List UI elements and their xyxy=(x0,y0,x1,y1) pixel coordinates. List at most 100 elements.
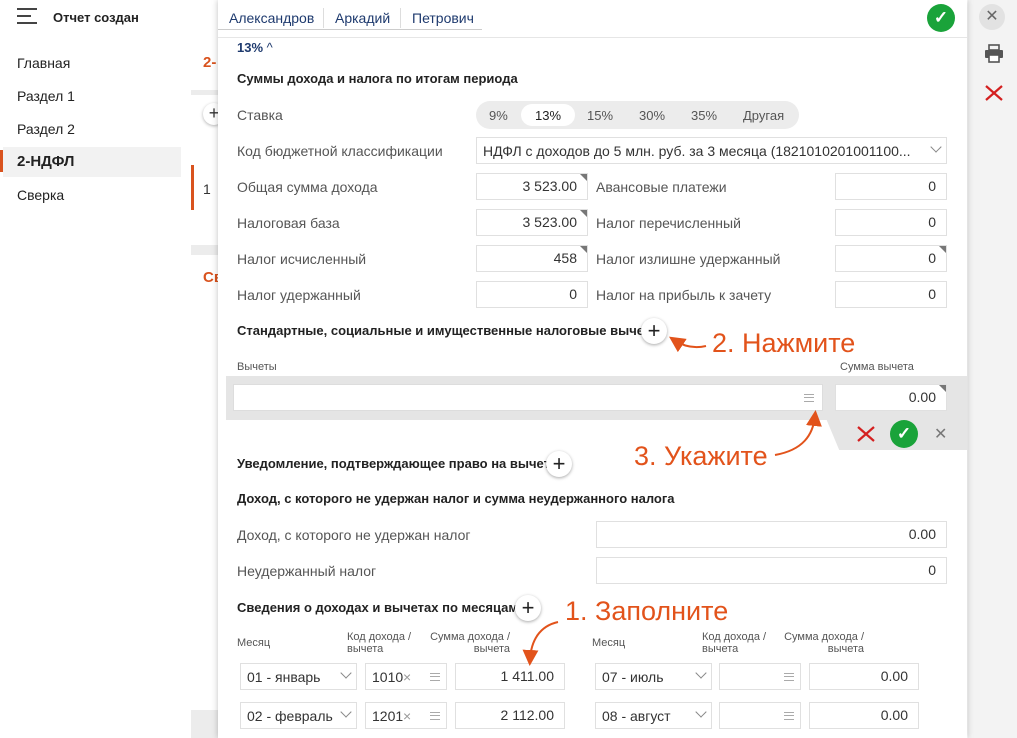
list-icon[interactable] xyxy=(804,394,814,402)
totals-title: Суммы дохода и налога по итогам периода xyxy=(237,71,518,86)
month-value: 01 - январь xyxy=(247,669,321,685)
month-select-row2-right[interactable]: 08 - август xyxy=(595,702,712,729)
bg-row-number: 1 xyxy=(203,181,211,197)
chevron-down-icon xyxy=(930,141,942,153)
profit-label: Налог на прибыль к зачету xyxy=(596,287,772,303)
calc-tax-value: 458 xyxy=(553,250,577,266)
sidebar-item-2ndfl[interactable]: 2-НДФЛ xyxy=(17,153,74,170)
menu-title: Отчет создан xyxy=(53,10,139,25)
corner-marker xyxy=(580,174,587,181)
chevron-down-icon xyxy=(340,667,352,679)
code-value: 1010 xyxy=(372,669,404,685)
month-value: 02 - февраль xyxy=(247,708,333,724)
withheld-input[interactable]: 0 xyxy=(476,281,588,308)
rate-collapse-label: 13% xyxy=(237,40,264,55)
rate-selector: 9% 13% 15% 30% 35% Другая xyxy=(476,101,799,129)
code-input-row2-right[interactable] xyxy=(719,702,801,729)
clear-icon[interactable]: × xyxy=(403,669,411,685)
sum-value: 0.00 xyxy=(880,668,908,684)
profit-input[interactable]: 0 xyxy=(835,281,947,308)
close-icon[interactable]: ✕ xyxy=(979,4,1005,30)
sum-input-row2[interactable]: 2 112.00 xyxy=(455,702,565,729)
code-input-row2[interactable]: 1201 × xyxy=(365,702,447,729)
list-icon[interactable] xyxy=(430,673,440,681)
unwithheld-income-label: Доход, с которого не удержан налог xyxy=(237,527,471,543)
base-input[interactable]: 3 523.00 xyxy=(476,209,588,236)
income-input[interactable]: 3 523.00 xyxy=(476,173,588,200)
close-row-icon[interactable]: ✕ xyxy=(934,424,947,444)
clear-icon[interactable]: × xyxy=(403,708,411,724)
kbk-select[interactable]: НДФЛ с доходов до 5 млн. руб. за 3 месяц… xyxy=(476,137,947,164)
base-value: 3 523.00 xyxy=(522,214,578,230)
col-month-left: Месяц xyxy=(237,637,271,649)
rate-option-35[interactable]: 35% xyxy=(691,108,717,123)
add-month-button[interactable]: + xyxy=(515,595,541,621)
sidebar-item-sverka[interactable]: Сверка xyxy=(17,187,64,203)
deductions-title: Стандартные, социальные и имущественные … xyxy=(237,323,662,338)
sum-value: 1 411.00 xyxy=(500,668,554,684)
bg-row-bar xyxy=(191,165,194,210)
rate-option-13-selected[interactable]: 13% xyxy=(521,104,575,126)
list-icon[interactable] xyxy=(784,673,794,681)
code-value: 1201 xyxy=(372,708,404,724)
divider xyxy=(400,8,401,28)
monthly-title: Сведения о доходах и вычетах по месяцам xyxy=(237,600,519,615)
advance-value: 0 xyxy=(928,178,936,194)
kbk-value: НДФЛ с доходов до 5 млн. руб. за 3 месяц… xyxy=(483,143,911,159)
excess-input[interactable]: 0 xyxy=(835,245,947,272)
bg-card-bottom: Св xyxy=(191,255,223,710)
delete-icon[interactable] xyxy=(984,84,1004,102)
add-notice-button[interactable]: + xyxy=(546,451,572,477)
withheld-label: Налог удержанный xyxy=(237,287,361,303)
deduction-sum-value: 0.00 xyxy=(908,389,936,405)
deduction-sum-input[interactable]: 0.00 xyxy=(835,384,947,411)
deduction-code-input[interactable] xyxy=(233,384,823,411)
sidebar-active-bar xyxy=(0,150,3,172)
firstname-field[interactable]: Аркадий xyxy=(335,10,390,26)
confirm-check-icon[interactable]: ✓ xyxy=(890,420,918,448)
arrow-step2 xyxy=(669,336,707,353)
bg-card-top: 2- xyxy=(191,40,218,90)
month-select-row1-right[interactable]: 07 - июль xyxy=(595,663,712,690)
save-check-icon[interactable]: ✓ xyxy=(927,4,955,32)
rate-option-9[interactable]: 9% xyxy=(489,108,508,123)
col-code-left: Код дохода /вычета xyxy=(347,631,412,655)
unwithheld-title: Доход, с которого не удержан налог и сум… xyxy=(237,491,675,506)
list-icon[interactable] xyxy=(784,712,794,720)
income-value: 3 523.00 xyxy=(522,178,578,194)
rate-label: Ставка xyxy=(237,107,283,123)
calc-tax-input[interactable]: 458 xyxy=(476,245,588,272)
sum-input-row1-right[interactable]: 0.00 xyxy=(809,663,919,690)
transferred-input[interactable]: 0 xyxy=(835,209,947,236)
panel-header xyxy=(218,0,967,38)
list-icon[interactable] xyxy=(430,712,440,720)
rate-option-15[interactable]: 15% xyxy=(587,108,613,123)
menu-icon[interactable] xyxy=(17,8,37,26)
advance-input[interactable]: 0 xyxy=(835,173,947,200)
corner-marker xyxy=(580,246,587,253)
sidebar-item-section1[interactable]: Раздел 1 xyxy=(17,88,75,104)
sum-input-row1[interactable]: 1 411.00 xyxy=(455,663,565,690)
patronymic-field[interactable]: Петрович xyxy=(412,10,474,26)
code-input-row1-right[interactable] xyxy=(719,663,801,690)
transferred-value: 0 xyxy=(928,214,936,230)
deduction-sum-col-label: Сумма вычета xyxy=(840,361,914,373)
month-select-row2[interactable]: 02 - февраль xyxy=(240,702,357,729)
cancel-x-icon[interactable] xyxy=(856,425,876,443)
base-label: Налоговая база xyxy=(237,215,340,231)
rate-option-other[interactable]: Другая xyxy=(743,108,784,123)
sidebar-item-section2[interactable]: Раздел 2 xyxy=(17,121,75,137)
sum-input-row2-right[interactable]: 0.00 xyxy=(809,702,919,729)
month-select-row1[interactable]: 01 - январь xyxy=(240,663,357,690)
sidebar-item-main[interactable]: Главная xyxy=(17,55,70,71)
arrow-step3 xyxy=(774,410,822,456)
surname-field[interactable]: Александров xyxy=(229,10,314,26)
print-icon[interactable] xyxy=(984,44,1004,64)
code-input-row1[interactable]: 1010 × xyxy=(365,663,447,690)
unwithheld-tax-input[interactable]: 0 xyxy=(596,557,947,584)
rate-option-30[interactable]: 30% xyxy=(639,108,665,123)
rate-collapse-toggle[interactable]: 13% ^ xyxy=(237,40,273,55)
unwithheld-income-input[interactable]: 0.00 xyxy=(596,521,947,548)
name-underline xyxy=(218,29,482,30)
add-deduction-button[interactable]: + xyxy=(641,318,667,344)
